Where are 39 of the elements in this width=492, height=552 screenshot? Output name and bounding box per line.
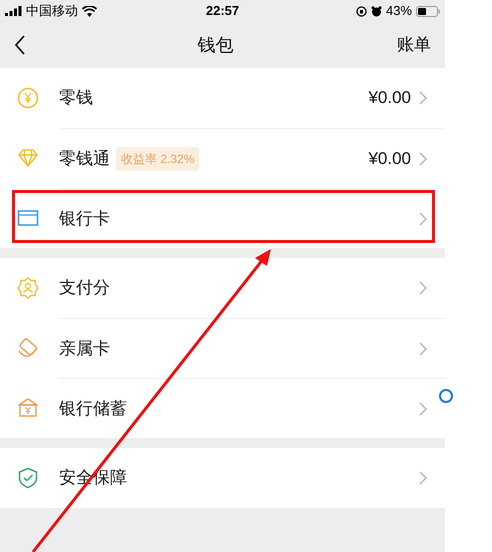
balance-amount: ¥0.00 [368,87,411,110]
item-label: 零钱 [59,87,93,110]
chevron-icon [419,402,427,416]
chevron-icon [419,91,427,105]
clock-time: 22:57 [206,2,240,20]
battery-icon [416,6,440,16]
wallet-list-item[interactable]: 支付分 [0,258,445,318]
signal-icon [5,6,22,16]
chevron-icon [419,281,427,295]
diamond-icon [17,147,39,169]
item-label: 银行卡 [59,208,110,230]
balance-amount: ¥0.00 [368,148,411,170]
wallet-list-item[interactable]: 零钱通 收益率 2.32% ¥0.00 [0,128,445,188]
alarm-icon [370,6,382,16]
wallet-list-item[interactable]: 亲属卡 [0,318,445,378]
linked-cards-icon [17,337,39,359]
bank-icon [17,397,39,419]
wifi-icon [82,6,97,16]
shield-check-icon [17,467,39,489]
bill-link[interactable]: 账单 [397,32,431,58]
item-label: 银行储蓄 [59,398,127,420]
wallet-list-item[interactable]: 零钱 ¥0.00 [0,68,445,128]
item-label: 零钱通 [59,148,110,170]
item-label: 亲属卡 [59,338,110,360]
wallet-list-item[interactable]: 银行卡 [0,188,445,248]
yield-badge: 收益率 2.32% [116,146,200,170]
rotation-lock-icon [356,6,367,16]
chevron-icon [419,152,427,166]
badge-person-icon [17,277,39,299]
back-icon [14,35,26,55]
coin-icon [17,87,39,109]
chevron-icon [419,342,427,356]
battery-percent: 43% [386,2,412,20]
chevron-icon [419,212,427,226]
wallet-list-item[interactable]: 银行储蓄 [0,378,445,438]
page-title: 钱包 [198,34,234,56]
chevron-icon [419,471,427,485]
item-label: 支付分 [59,277,110,300]
carrier-name: 中国移动 [26,2,78,20]
